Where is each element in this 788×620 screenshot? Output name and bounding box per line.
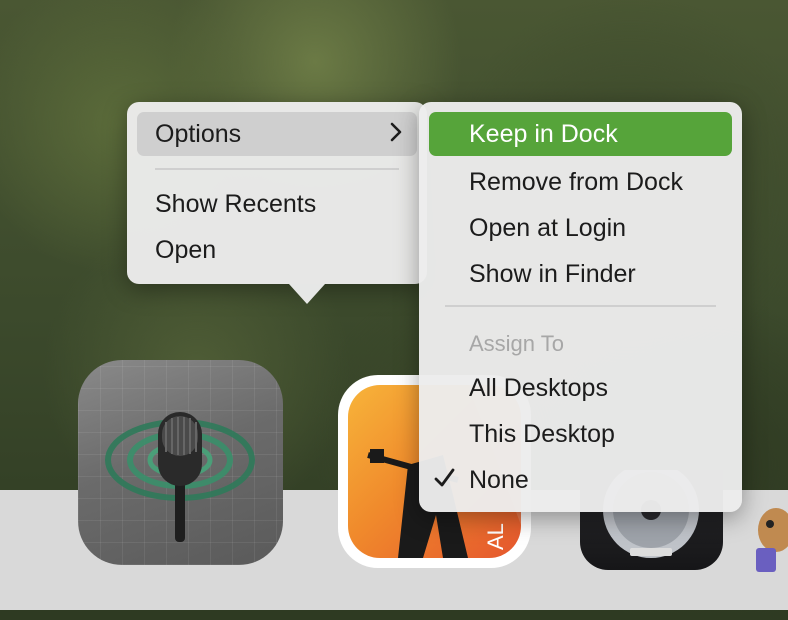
menu-item-show-recents[interactable]: Show Recents bbox=[127, 182, 427, 226]
keep-in-dock-label: Keep in Dock bbox=[469, 119, 618, 148]
show-in-finder-label: Show in Finder bbox=[469, 259, 636, 288]
chevron-right-icon bbox=[389, 121, 403, 150]
menu-item-remove-from-dock[interactable]: Remove from Dock bbox=[419, 160, 742, 204]
beaver-app-icon[interactable] bbox=[752, 500, 788, 580]
menu-item-open-at-login[interactable]: Open at Login bbox=[419, 206, 742, 250]
all-desktops-label: All Desktops bbox=[469, 373, 608, 402]
podcast-app-icon[interactable] bbox=[78, 360, 283, 565]
svg-text:AL: AL bbox=[483, 523, 508, 550]
this-desktop-label: This Desktop bbox=[469, 419, 615, 448]
checkmark-icon bbox=[433, 465, 455, 496]
none-label: None bbox=[469, 465, 529, 494]
menu-item-keep-in-dock[interactable]: Keep in Dock bbox=[429, 112, 732, 156]
menu-separator bbox=[445, 305, 716, 307]
remove-from-dock-label: Remove from Dock bbox=[469, 167, 683, 196]
menu-separator bbox=[155, 168, 399, 170]
menu-item-options[interactable]: Options bbox=[137, 112, 417, 156]
open-label: Open bbox=[155, 235, 217, 264]
menu-item-all-desktops[interactable]: All Desktops bbox=[419, 366, 742, 410]
options-submenu: Keep in Dock Remove from Dock Open at Lo… bbox=[419, 102, 742, 512]
options-label: Options bbox=[155, 119, 242, 148]
menu-item-show-in-finder[interactable]: Show in Finder bbox=[419, 252, 742, 296]
menu-item-none[interactable]: None bbox=[419, 458, 742, 502]
assign-to-heading: Assign To bbox=[419, 322, 742, 366]
menu-item-open[interactable]: Open bbox=[127, 228, 427, 272]
dock-context-menu: Options Show Recents Open bbox=[127, 102, 427, 304]
assign-to-label: Assign To bbox=[469, 331, 564, 356]
menu-item-this-desktop[interactable]: This Desktop bbox=[419, 412, 742, 456]
open-at-login-label: Open at Login bbox=[469, 213, 627, 242]
show-recents-label: Show Recents bbox=[155, 189, 317, 218]
menu-pointer bbox=[289, 284, 325, 304]
